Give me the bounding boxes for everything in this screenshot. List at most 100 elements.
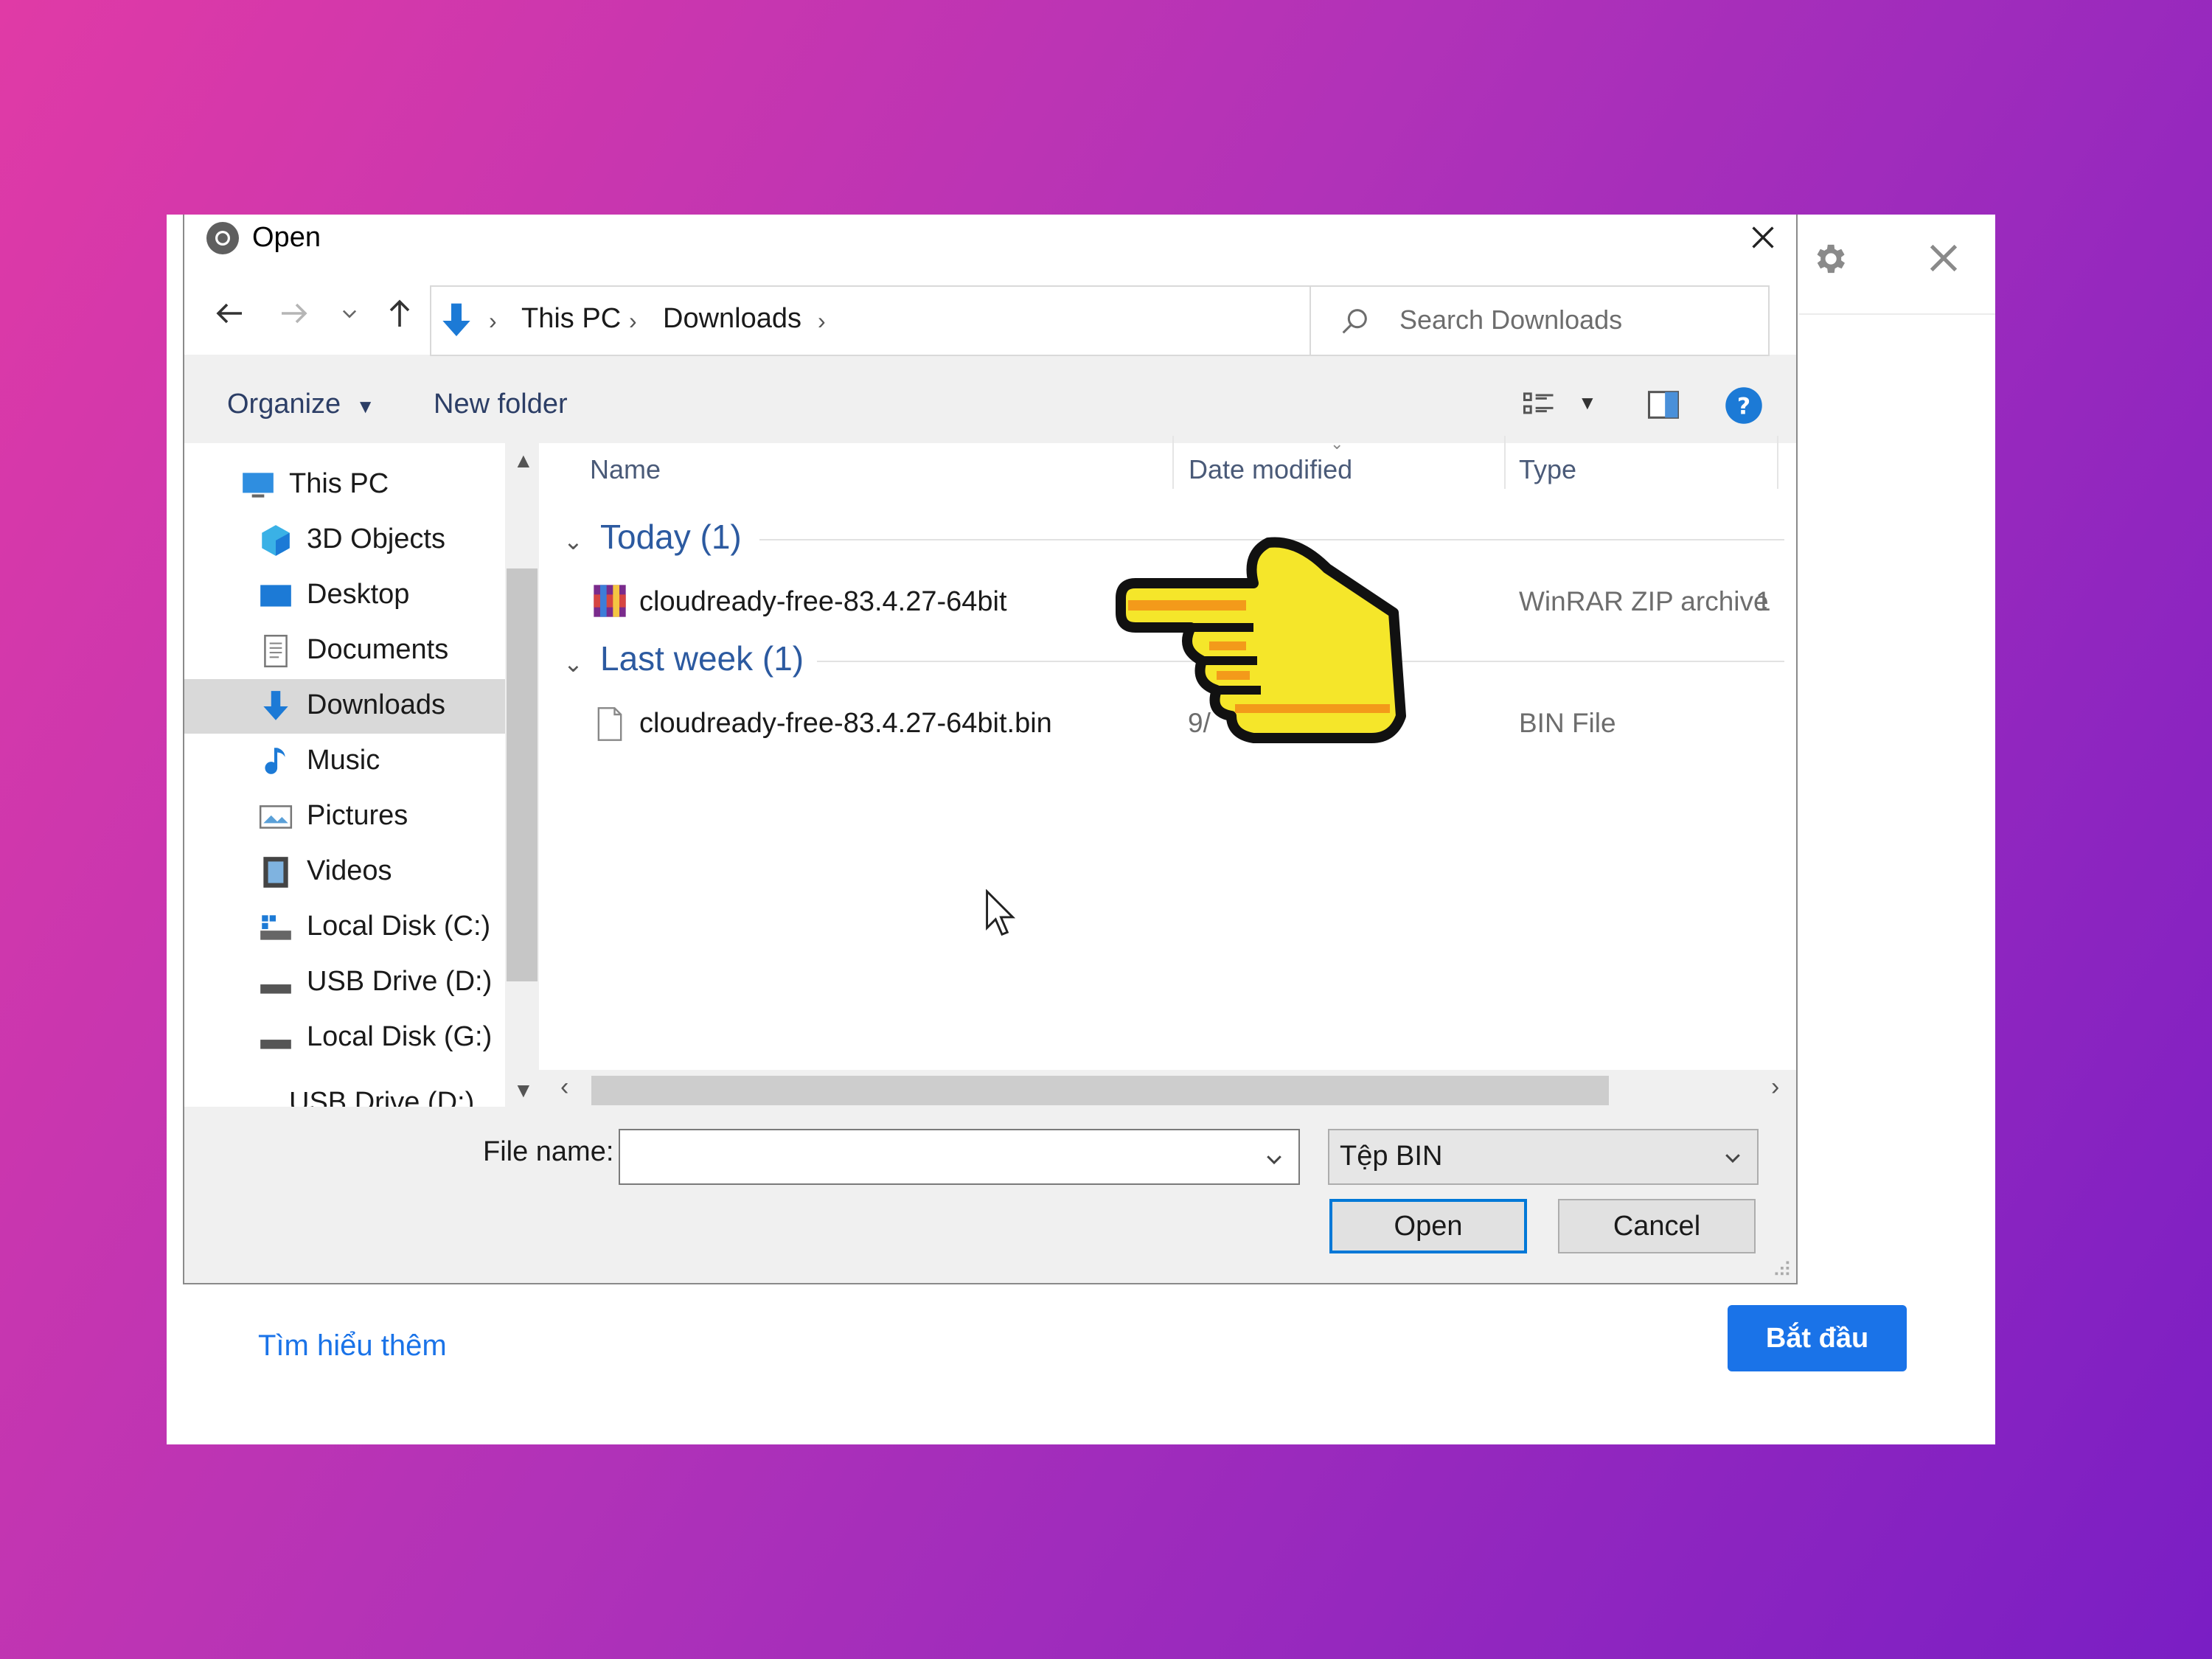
forward-arrow-icon[interactable] <box>276 296 311 331</box>
file-name: cloudready-free-83.4.27-64bit.bin <box>639 708 1052 739</box>
file-name-dropdown-icon[interactable] <box>1263 1148 1285 1170</box>
new-folder-button[interactable]: New folder <box>434 389 568 420</box>
nav-item-local-disk-g[interactable]: Local Disk (G:) <box>184 1011 505 1065</box>
nav-item-usb-drive-d[interactable]: USB Drive (D:) <box>184 956 505 1010</box>
close-icon[interactable] <box>1746 220 1780 254</box>
nav-item-label: 3D Objects <box>307 524 445 554</box>
file-name-label: File name: <box>483 1136 614 1167</box>
winrar-icon <box>594 585 626 617</box>
desktop-icon <box>260 585 291 607</box>
divider <box>1799 313 1995 315</box>
help-icon[interactable]: ? <box>1724 386 1764 425</box>
scroll-right-icon[interactable]: › <box>1771 1073 1779 1102</box>
dropdown-arrow-icon: ▼ <box>355 395 375 417</box>
scroll-down-icon[interactable]: ▼ <box>513 1079 534 1102</box>
nav-item-label: Documents <box>307 634 449 665</box>
nav-item-this-pc[interactable]: This PC <box>184 458 505 512</box>
pointing-hand-icon <box>1116 537 1406 743</box>
column-divider[interactable] <box>1777 436 1778 489</box>
search-input[interactable]: Search Downloads <box>1399 305 1622 335</box>
close-icon[interactable] <box>1923 237 1964 279</box>
nav-item-label: This PC <box>289 468 389 499</box>
nav-item-downloads[interactable]: Downloads <box>184 679 505 734</box>
nav-item-documents[interactable]: Documents <box>184 624 505 678</box>
downloads-arrow-icon <box>442 303 470 336</box>
3d-objects-icon <box>262 525 290 556</box>
file-type-select[interactable]: Tệp BIN <box>1328 1129 1759 1185</box>
videos-icon <box>263 857 288 888</box>
computer-icon <box>243 473 274 498</box>
gear-icon[interactable] <box>1810 240 1848 278</box>
group-header-today[interactable]: Today (1) <box>600 517 742 557</box>
nav-item-pictures[interactable]: Pictures <box>184 790 505 844</box>
pictures-icon <box>259 805 293 829</box>
file-type: WinRAR ZIP archive <box>1519 586 1769 616</box>
search-box[interactable]: Search Downloads <box>1310 285 1770 356</box>
mouse-cursor-icon <box>986 889 1016 936</box>
column-header-date-modified[interactable]: Date modified <box>1189 454 1352 485</box>
group-header-last-week[interactable]: Last week (1) <box>600 639 804 678</box>
nav-item-label: Local Disk (C:) <box>307 911 491 942</box>
column-divider[interactable] <box>1172 436 1174 489</box>
nav-item-label: Desktop <box>307 579 410 610</box>
collapse-group-icon[interactable]: ⌄ <box>563 650 583 678</box>
nav-item-local-disk-c[interactable]: Local Disk (C:) <box>184 900 505 955</box>
nav-item-usb-drive-d[interactable]: USB Drive (D:) <box>184 1066 505 1107</box>
file-type-dropdown-icon[interactable] <box>1722 1147 1744 1169</box>
back-arrow-icon[interactable] <box>212 296 248 331</box>
column-header-name[interactable]: Name <box>590 454 661 485</box>
documents-icon <box>264 634 288 668</box>
title-bar: Open <box>184 215 1796 274</box>
resize-grip-icon[interactable] <box>1770 1256 1792 1278</box>
nav-item-label: Videos <box>307 855 392 886</box>
chrome-app-icon <box>206 222 239 254</box>
breadcrumb-downloads[interactable]: Downloads <box>663 303 801 335</box>
nav-item-label: Local Disk (G:) <box>307 1021 493 1052</box>
nav-item-label: Music <box>307 745 380 776</box>
nav-item-3d-objects[interactable]: 3D Objects <box>184 513 505 568</box>
local-disk-icon <box>260 915 291 940</box>
usb-drive-icon <box>239 1088 277 1107</box>
nav-item-label: USB Drive (D:) <box>289 1087 475 1107</box>
local-disk-icon <box>260 1040 291 1049</box>
breadcrumb-separator: › <box>489 307 497 334</box>
search-icon <box>1342 309 1367 334</box>
start-button[interactable]: Bắt đầu <box>1728 1305 1907 1371</box>
nav-item-desktop[interactable]: Desktop <box>184 568 505 623</box>
cancel-button[interactable]: Cancel <box>1558 1199 1756 1253</box>
preview-pane-icon[interactable] <box>1643 386 1684 424</box>
sort-indicator-icon: ⌄ <box>1330 434 1344 453</box>
nav-item-videos[interactable]: Videos <box>184 845 505 900</box>
nav-item-label: USB Drive (D:) <box>307 966 493 997</box>
nav-item-label: Pictures <box>307 800 408 831</box>
breadcrumb-separator: › <box>818 307 826 334</box>
file-name-input[interactable] <box>619 1129 1300 1185</box>
scroll-up-icon[interactable]: ▲ <box>513 449 534 473</box>
nav-item-music[interactable]: Music <box>184 734 505 789</box>
file-type-value: Tệp BIN <box>1340 1141 1443 1172</box>
organize-label: Organize <box>227 389 341 420</box>
open-button[interactable]: Open <box>1329 1199 1527 1253</box>
breadcrumb-this-pc[interactable]: This PC <box>521 303 621 335</box>
scrollbar-thumb[interactable] <box>591 1076 1609 1105</box>
file-name: cloudready-free-83.4.27-64bit <box>639 586 1007 617</box>
file-type: BIN File <box>1519 708 1616 738</box>
learn-more-link[interactable]: Tìm hiểu thêm <box>258 1329 447 1363</box>
column-divider[interactable] <box>1504 436 1506 489</box>
up-arrow-icon[interactable] <box>382 296 417 331</box>
organize-button[interactable]: Organize ▼ <box>227 389 375 420</box>
file-icon <box>597 707 622 741</box>
scroll-left-icon[interactable]: ‹ <box>560 1073 568 1102</box>
scrollbar-thumb[interactable] <box>507 568 538 981</box>
view-options-icon[interactable] <box>1517 386 1560 424</box>
breadcrumb-separator: › <box>629 307 637 334</box>
view-dropdown-icon[interactable]: ▼ <box>1578 392 1597 414</box>
downloads-icon <box>263 691 288 720</box>
music-icon <box>265 748 285 774</box>
column-header-type[interactable]: Type <box>1519 454 1576 485</box>
svg-text:?: ? <box>1737 393 1750 420</box>
open-file-dialog: Open › This PC › Downloads › Search Down… <box>183 215 1798 1284</box>
collapse-group-icon[interactable]: ⌄ <box>563 527 583 555</box>
recent-locations-chevron-icon[interactable] <box>339 303 360 324</box>
dialog-title: Open <box>252 222 321 253</box>
